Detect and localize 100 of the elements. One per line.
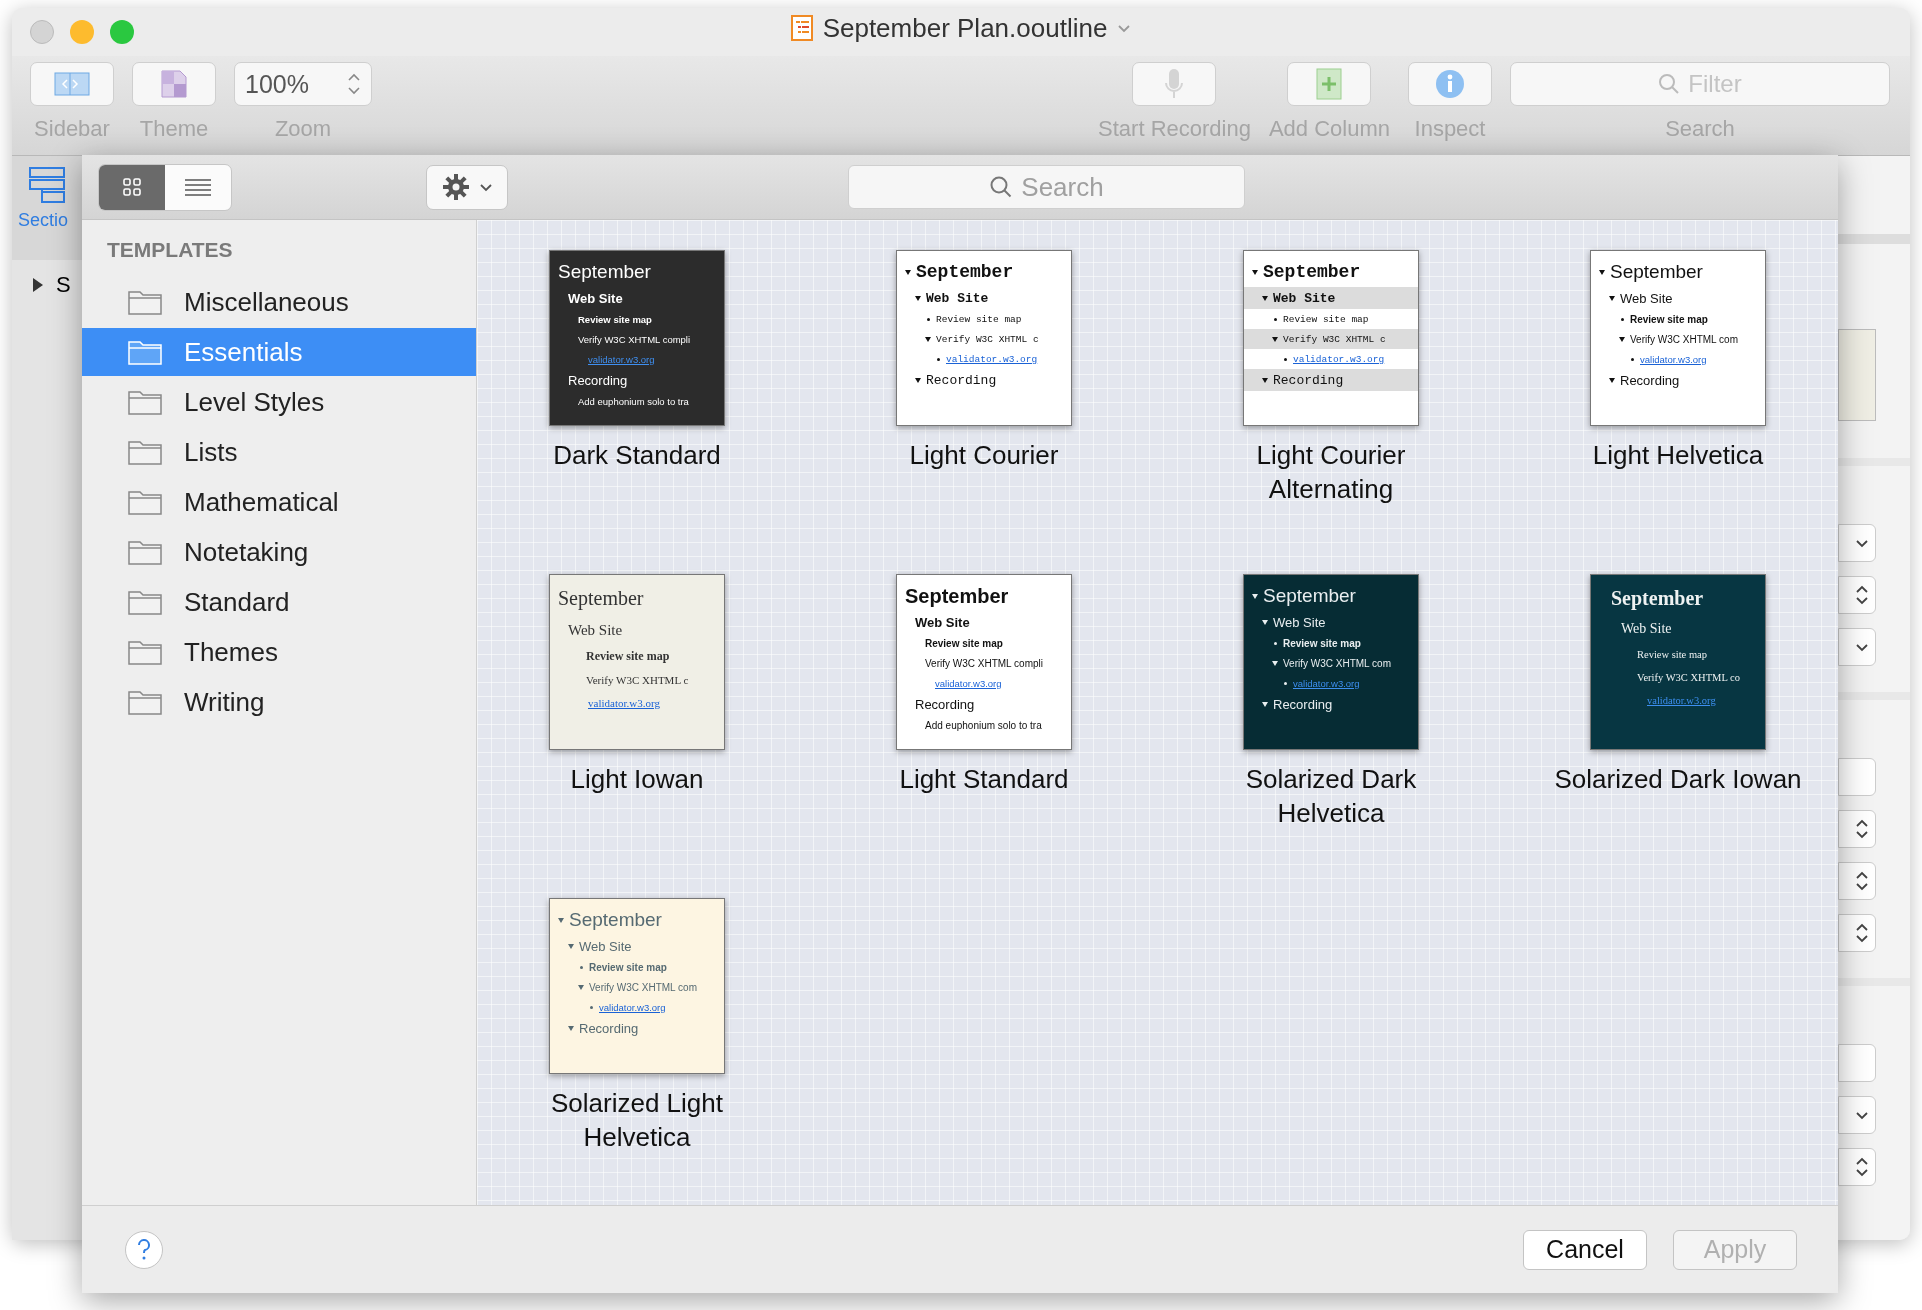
question-mark-icon <box>136 1238 152 1261</box>
chevron-down-icon[interactable] <box>1117 23 1132 33</box>
grid-view-button[interactable] <box>99 164 165 210</box>
outline-text: Web Site <box>1620 290 1673 306</box>
section-heading: TEMPLATES <box>106 238 234 263</box>
template-name: Light Helvetica <box>1592 439 1764 472</box>
outline-text: Verify W3C XHTML com <box>1630 333 1738 345</box>
folder-icon <box>128 539 162 565</box>
stepper-icon[interactable] <box>347 72 361 96</box>
outline-text: Review site map <box>578 313 652 325</box>
theme-icon <box>159 70 189 98</box>
folder-icon <box>128 339 162 365</box>
text-field[interactable] <box>1838 758 1876 796</box>
disclosure-triangle-icon <box>1262 701 1268 707</box>
template-name: Dark Standard <box>553 439 721 472</box>
folder-icon <box>128 589 162 615</box>
sections-icon[interactable] <box>28 166 66 204</box>
gear-icon <box>441 172 471 202</box>
disclosure-triangle-icon <box>1252 593 1258 599</box>
stepper-icon <box>1855 870 1869 892</box>
outline-text: September <box>1263 262 1361 282</box>
folder-item[interactable]: Mathematical <box>82 477 476 527</box>
template-thumbnail[interactable]: September Web Site Review site map Verify W3C XHTML com validator.w3.org Recording <box>1243 574 1419 750</box>
chevron-down-icon <box>479 182 493 192</box>
help-button[interactable] <box>125 1230 163 1269</box>
theme-button[interactable] <box>132 62 216 106</box>
bullet-icon <box>590 1005 593 1009</box>
outline-text: Review site map <box>936 313 1022 325</box>
outline-text: September <box>916 262 1014 282</box>
folder-item[interactable]: Themes <box>82 627 476 677</box>
template-thumbnail[interactable]: September Web Site Review site map Verify W3C XHTML c validator.w3.org Recording <box>1243 250 1419 426</box>
settings-button[interactable] <box>426 164 508 210</box>
bullet-icon <box>1274 317 1277 321</box>
zoom-button[interactable] <box>110 20 134 44</box>
stepper-button[interactable] <box>1838 810 1876 848</box>
folder-icon <box>128 389 162 415</box>
folder-icon <box>128 289 162 315</box>
close-button[interactable] <box>30 20 54 44</box>
stepper-button[interactable] <box>1838 914 1876 952</box>
popup-button[interactable] <box>1838 1096 1876 1134</box>
outline-text: Review site map <box>1630 313 1708 325</box>
inspect-button[interactable] <box>1408 62 1492 106</box>
folder-icon <box>128 639 162 665</box>
template-thumbnail[interactable]: September Web Site Review site map Verify W3C XHTML compli validator.w3.org Recording Add euphonium solo to tra <box>549 250 725 426</box>
template-thumbnail[interactable]: September Web Site Review site map Verify W3C XHTML com validator.w3.org Recording <box>549 898 725 1074</box>
folder-item[interactable]: Miscellaneous <box>82 277 476 327</box>
disclosure-triangle-icon <box>915 295 921 301</box>
disclosure-triangle-icon[interactable] <box>32 277 44 293</box>
grid-icon <box>122 177 142 197</box>
folder-item[interactable]: Writing <box>82 677 476 727</box>
folder-item[interactable]: Lists <box>82 427 476 477</box>
info-icon <box>1435 69 1465 99</box>
outline-text: September <box>558 261 651 283</box>
outline-text: Verify W3C XHTML co <box>1637 672 1740 683</box>
minimize-button[interactable] <box>70 20 94 44</box>
zoom-field[interactable]: 100% <box>234 62 372 106</box>
cancel-button[interactable]: Cancel <box>1523 1229 1647 1270</box>
disclosure-triangle-icon <box>1599 269 1605 275</box>
template-thumbnail[interactable]: September Web Site Review site map Verify W3C XHTML co validator.w3.org <box>1590 574 1766 750</box>
stepper-icon <box>1855 818 1869 840</box>
disclosure-triangle-icon <box>1262 377 1268 383</box>
stepper-button[interactable] <box>1838 862 1876 900</box>
disclosure-triangle-icon <box>915 377 921 383</box>
color-swatch[interactable] <box>1838 329 1876 421</box>
template-thumbnail[interactable]: September Web Site Review site map Verify W3C XHTML c validator.w3.org <box>549 574 725 750</box>
folder-item[interactable]: Standard <box>82 577 476 627</box>
record-button[interactable] <box>1132 62 1217 106</box>
link: validator.w3.org <box>588 353 655 365</box>
window-title: September Plan.ooutline <box>822 12 1108 44</box>
template-thumbnail[interactable]: September Web Site Review site map Verify W3C XHTML com validator.w3.org Recording <box>1590 250 1766 426</box>
stepper-button[interactable] <box>1838 1148 1876 1186</box>
popup-button[interactable] <box>1838 524 1876 562</box>
outline-text: Verify W3C XHTML c <box>1283 333 1386 345</box>
folder-item[interactable]: Level Styles <box>82 377 476 427</box>
stepper-button[interactable] <box>1838 576 1876 614</box>
folder-item[interactable]: Notetaking <box>82 527 476 577</box>
outline-text: Web Site <box>926 290 989 306</box>
popup-button[interactable] <box>1838 628 1876 666</box>
disclosure-triangle-icon <box>1252 269 1258 275</box>
add-column-button[interactable] <box>1287 62 1372 106</box>
stepper-icon <box>1855 1156 1869 1178</box>
link: validator.w3.org <box>946 353 1038 365</box>
template-thumbnail[interactable]: September Web Site Review site map Verify W3C XHTML c validator.w3.org Recording <box>896 250 1072 426</box>
outline-text: Verify W3C XHTML com <box>589 981 697 993</box>
disclosure-triangle-icon <box>568 1025 574 1031</box>
outline-text: Review site map <box>589 961 667 973</box>
outline-row-text: S <box>56 272 71 298</box>
template-name: Solarized Dark Helvetica <box>1244 763 1418 830</box>
outline-text: Review site map <box>586 649 670 664</box>
template-thumbnail[interactable]: September Web Site Review site map Verify W3C XHTML compli validator.w3.org Recording Add euphonium solo to tra <box>896 574 1072 750</box>
outline-text: Verify W3C XHTML c <box>936 333 1039 345</box>
bullet-icon <box>937 357 940 361</box>
bullet-icon <box>580 965 583 969</box>
sidebar-button[interactable] <box>30 62 114 106</box>
disclosure-triangle-icon <box>1272 336 1278 342</box>
link: validator.w3.org <box>599 1001 666 1013</box>
link: validator.w3.org <box>588 696 660 709</box>
text-field[interactable] <box>1838 1044 1876 1082</box>
chevron-down-icon <box>1855 538 1869 548</box>
outline-text: September <box>1611 586 1704 610</box>
